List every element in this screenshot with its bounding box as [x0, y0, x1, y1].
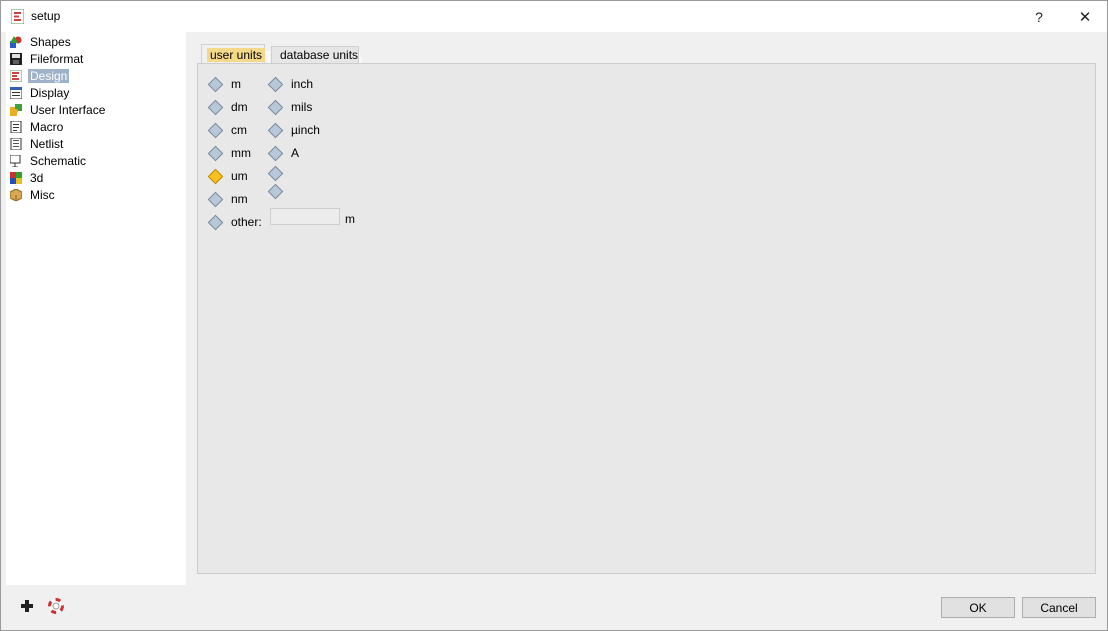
tree-item-label: 3d — [30, 170, 44, 185]
radio-indicator — [267, 76, 284, 92]
design-icon — [10, 69, 22, 82]
radio-indicator — [267, 122, 284, 138]
add-icon[interactable] — [19, 598, 35, 614]
other-unit-suffix: m — [345, 212, 355, 226]
3d-icon — [10, 171, 22, 184]
radio-indicator — [267, 99, 284, 115]
radio-indicator — [267, 165, 284, 181]
radio-indicator-checked — [207, 168, 224, 184]
ok-button[interactable]: OK — [941, 597, 1015, 618]
netlist-icon — [10, 137, 22, 150]
radio-label: µinch — [291, 123, 320, 137]
radio-label: dm — [231, 100, 248, 114]
tree-item-shapes[interactable]: Shapes — [6, 33, 73, 50]
tree-item-label: Design — [28, 68, 70, 83]
tree-item-fileformat[interactable]: Fileformat — [6, 50, 85, 67]
tree-item-label: Schematic — [30, 153, 87, 168]
lifebuoy-icon[interactable] — [48, 598, 64, 614]
macro-icon — [10, 120, 22, 133]
radio-inch[interactable]: inch — [267, 76, 314, 92]
tree-item-misc[interactable]: Misc — [6, 186, 57, 203]
radio-label: cm — [231, 123, 247, 137]
radio-unlabeled-1[interactable] — [267, 165, 291, 181]
user-units-panel — [197, 63, 1096, 574]
puzzle-icon — [10, 103, 22, 116]
radio-indicator — [207, 145, 224, 161]
tree-item-label: Macro — [30, 119, 64, 134]
radio-mils[interactable]: mils — [267, 99, 313, 115]
radio-indicator — [267, 183, 284, 199]
tree-item-3d[interactable]: 3d — [6, 169, 45, 186]
tab-user-units[interactable]: user units — [201, 44, 266, 64]
tree-item-macro[interactable]: Macro — [6, 118, 65, 135]
radio-indicator — [207, 214, 224, 230]
tree-item-label: Misc — [30, 187, 55, 202]
shapes-icon — [10, 35, 22, 48]
other-unit-input[interactable] — [270, 208, 340, 225]
radio-label: mm — [231, 146, 251, 160]
tab-label: user units — [207, 47, 266, 62]
radio-indicator — [207, 76, 224, 92]
title-bar: setup ? ✕ — [1, 1, 1107, 32]
radio-label: A — [291, 146, 300, 160]
tree-item-design[interactable]: Design — [6, 67, 70, 84]
tree-item-user-interface[interactable]: User Interface — [6, 101, 107, 118]
radio-label: um — [231, 169, 248, 183]
floppy-icon — [10, 52, 22, 65]
radio-other[interactable]: other: — [207, 214, 262, 230]
radio-label: mils — [291, 100, 313, 114]
tree-item-label: Fileformat — [30, 51, 84, 66]
box-icon — [10, 188, 22, 201]
tree-item-netlist[interactable]: Netlist — [6, 135, 65, 152]
tree-item-schematic[interactable]: Schematic — [6, 152, 88, 169]
radio-indicator — [207, 122, 224, 138]
tree-item-label: Netlist — [30, 136, 64, 151]
tree-item-label: Shapes — [30, 34, 71, 49]
radio-dm[interactable]: dm — [207, 99, 248, 115]
help-button[interactable]: ? — [1016, 1, 1062, 32]
tree-item-display[interactable]: Display — [6, 84, 71, 101]
cancel-button[interactable]: Cancel — [1022, 597, 1096, 618]
radio-label: inch — [291, 77, 314, 91]
window-title: setup — [31, 9, 61, 23]
radio-unlabeled-2[interactable] — [267, 183, 291, 199]
radio-indicator — [207, 191, 224, 207]
settings-tree: Shapes Fileformat Design Display User In… — [6, 32, 186, 585]
radio-angstrom[interactable]: A — [267, 145, 300, 161]
tab-label: database units — [280, 48, 359, 62]
radio-m[interactable]: m — [207, 76, 241, 92]
tree-item-label: Display — [30, 85, 70, 100]
radio-nm[interactable]: nm — [207, 191, 248, 207]
tab-database-units[interactable]: database units — [271, 46, 359, 63]
close-button[interactable]: ✕ — [1062, 1, 1108, 32]
setup-dialog: setup ? ✕ Shapes Fileformat Design Displ… — [0, 0, 1108, 631]
radio-microinch[interactable]: µinch — [267, 122, 320, 138]
radio-label: other: — [231, 215, 262, 229]
app-icon — [11, 9, 24, 24]
radio-label: nm — [231, 192, 248, 206]
radio-um[interactable]: um — [207, 168, 248, 184]
radio-indicator — [267, 145, 284, 161]
schematic-icon — [10, 154, 21, 167]
radio-label: m — [231, 77, 241, 91]
tree-item-label: User Interface — [30, 102, 106, 117]
radio-mm[interactable]: mm — [207, 145, 251, 161]
radio-indicator — [207, 99, 224, 115]
radio-cm[interactable]: cm — [207, 122, 247, 138]
display-icon — [10, 86, 22, 99]
